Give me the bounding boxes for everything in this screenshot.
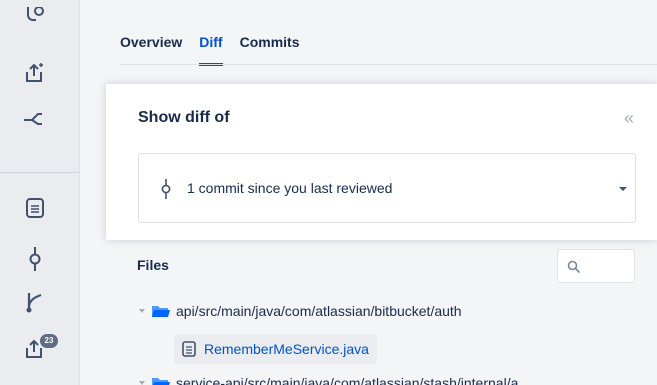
chevron-down-icon <box>139 309 145 313</box>
file-icon <box>182 341 196 357</box>
tab-divider <box>120 64 657 65</box>
files-search-input[interactable] <box>557 249 635 283</box>
folder-open-icon <box>152 306 170 317</box>
tree-file-name: RememberMeService.java <box>204 341 369 357</box>
collapse-button[interactable]: « <box>624 108 634 129</box>
pin-icon[interactable] <box>22 4 48 30</box>
files-heading: Files <box>137 257 169 273</box>
merge-icon[interactable] <box>22 106 48 132</box>
search-icon <box>567 260 581 274</box>
tab-diff[interactable]: Diff <box>199 34 223 66</box>
chevron-down-icon <box>619 187 627 191</box>
tab-bar: Overview Diff Commits <box>120 34 317 66</box>
tree-folder-row[interactable]: service-api/src/main/java/com/atlassian/… <box>138 372 518 385</box>
tab-overview[interactable]: Overview <box>120 34 182 64</box>
diff-range-select[interactable]: 1 commit since you last reviewed <box>138 153 636 223</box>
tree-folder-path: api/src/main/java/com/atlassian/bitbucke… <box>176 303 462 319</box>
commit-icon <box>161 179 171 199</box>
show-diff-popover: Show diff of « 1 commit since you last r… <box>106 84 657 240</box>
toolbar-divider <box>0 172 79 173</box>
tree-file-row[interactable]: RememberMeService.java <box>174 334 377 364</box>
share-icon[interactable] <box>22 60 48 86</box>
chevron-down-icon <box>139 381 145 385</box>
tree-folder-row[interactable]: api/src/main/java/com/atlassian/bitbucke… <box>138 300 462 322</box>
notification-badge: 23 <box>40 334 58 348</box>
document-icon[interactable] <box>22 195 48 221</box>
tab-commits[interactable]: Commits <box>240 34 300 64</box>
tree-folder-path: service-api/src/main/java/com/atlassian/… <box>176 375 519 385</box>
branch-icon[interactable] <box>22 289 48 315</box>
diff-range-value: 1 commit since you last reviewed <box>187 180 393 196</box>
popover-title: Show diff of <box>138 109 230 126</box>
left-toolbar <box>0 0 80 385</box>
folder-open-icon <box>152 378 170 385</box>
commit-icon[interactable] <box>22 246 48 272</box>
